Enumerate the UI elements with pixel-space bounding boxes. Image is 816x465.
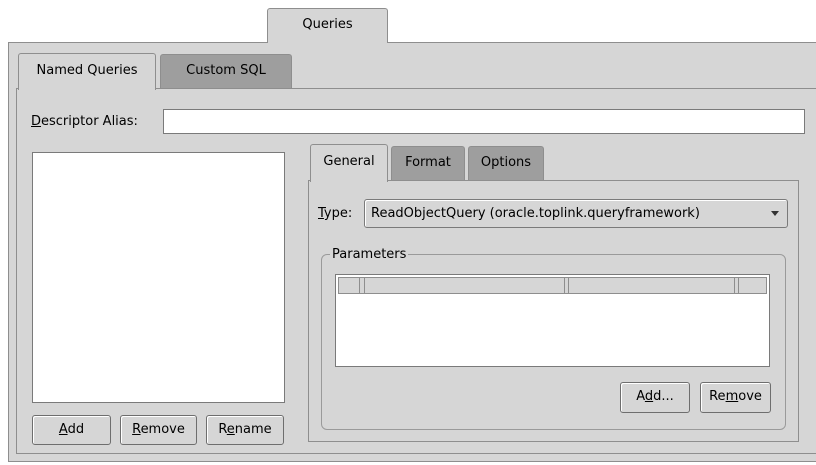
tab-custom-sql-label: Custom SQL: [186, 63, 266, 78]
parameters-table-header: [338, 277, 767, 294]
parameters-legend: Parameters: [330, 245, 409, 265]
tab-format[interactable]: Format: [391, 146, 465, 181]
tab-custom-sql[interactable]: Custom SQL: [160, 54, 292, 88]
column-divider[interactable]: [359, 278, 360, 293]
tab-queries-label: Queries: [302, 17, 353, 32]
column-divider[interactable]: [564, 278, 565, 293]
column-divider[interactable]: [364, 278, 365, 293]
tab-general-label: General: [323, 154, 375, 169]
type-select-value: ReadObjectQuery (oracle.toplink.queryfra…: [371, 206, 700, 221]
remove-parameter-button[interactable]: Remove: [700, 382, 771, 413]
parameters-table[interactable]: [335, 274, 770, 367]
rename-button[interactable]: Rename: [206, 415, 284, 445]
remove-button[interactable]: Remove: [120, 415, 197, 445]
tab-named-queries[interactable]: Named Queries: [18, 53, 156, 90]
tab-options[interactable]: Options: [468, 146, 544, 181]
add-parameter-button[interactable]: Add...: [620, 382, 690, 413]
type-label: Type:: [318, 206, 353, 221]
add-button[interactable]: Add: [32, 415, 111, 445]
tab-format-label: Format: [405, 155, 451, 170]
tab-named-queries-label: Named Queries: [36, 63, 138, 78]
query-list[interactable]: [32, 152, 285, 403]
column-divider[interactable]: [568, 278, 569, 293]
type-select[interactable]: ReadObjectQuery (oracle.toplink.queryfra…: [364, 199, 788, 228]
descriptor-alias-field[interactable]: [163, 109, 805, 134]
tab-queries[interactable]: Queries: [267, 8, 388, 43]
dropdown-arrow-icon: [771, 211, 779, 216]
column-divider[interactable]: [734, 278, 735, 293]
descriptor-alias-label: Descriptor Alias:: [31, 114, 138, 129]
tab-general[interactable]: General: [310, 144, 388, 182]
tab-options-label: Options: [480, 155, 532, 170]
column-divider[interactable]: [738, 278, 739, 293]
